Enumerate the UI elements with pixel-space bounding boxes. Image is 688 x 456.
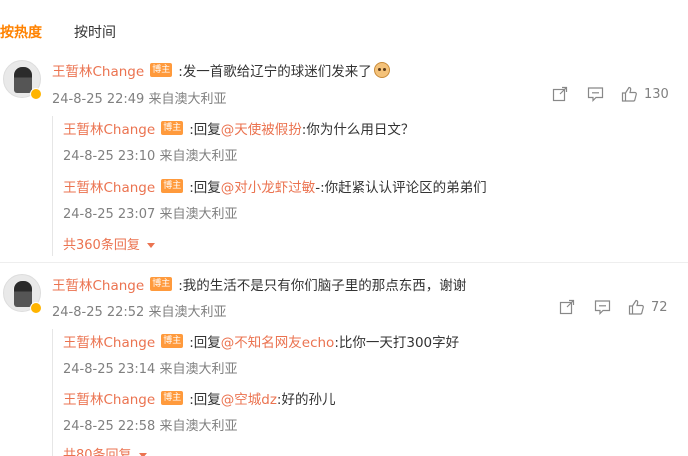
reply-author[interactable]: 王暂林Change — [63, 118, 155, 138]
share-icon — [559, 299, 575, 315]
reply-prefix: :回复 — [189, 180, 221, 196]
verified-badge-icon — [30, 302, 42, 314]
like-button[interactable]: 130 — [621, 86, 669, 102]
comment-author[interactable]: 王暂林Change — [52, 274, 144, 294]
reply-line: 王暂林Change 博主 :回复 @不知名网友echo :比你一天打300字好 — [63, 331, 459, 351]
comment-meta: 24-8-25 22:52 来自澳大利亚 — [52, 305, 227, 320]
comment-text: :发一首歌给辽宁的球迷们发来了 — [178, 64, 372, 80]
like-button[interactable]: 72 — [628, 299, 668, 315]
like-count: 72 — [651, 299, 668, 315]
like-icon — [621, 86, 637, 102]
reply-meta: 24-8-25 23:07 来自澳大利亚 — [63, 207, 238, 222]
more-replies-link[interactable]: 共80条回复 — [63, 444, 147, 456]
reply-meta: 24-8-25 22:58 来自澳大利亚 — [63, 419, 238, 434]
reply-mention[interactable]: @不知名网友echo — [221, 331, 335, 351]
author-tag: 博主 — [161, 334, 184, 348]
author-tag: 博主 — [161, 391, 184, 405]
comment-icon — [594, 300, 611, 315]
reply-mention[interactable]: @对小龙虾过敏 — [221, 176, 316, 196]
author-tag: 博主 — [161, 121, 184, 135]
reply-mention[interactable]: @空城dz — [221, 388, 277, 408]
comment-line: 王暂林Change 博主 :我的生活不是只有你们脑子里的那点东西，谢谢 — [52, 274, 466, 294]
more-replies-label: 共360条回复 — [63, 238, 140, 253]
emoji-icon — [373, 62, 390, 78]
reply-line: 王暂林Change 博主 :回复 @天使被假扮 :你为什么用日文？ — [63, 118, 414, 138]
reply-prefix: :回复 — [189, 122, 221, 138]
comment-author[interactable]: 王暂林Change — [52, 60, 144, 80]
author-tag: 博主 — [161, 179, 184, 193]
reply-line: 王暂林Change 博主 :回复 @对小龙虾过敏 -:你赶紧认认评论区的弟弟们 — [63, 176, 487, 196]
reply-author[interactable]: 王暂林Change — [63, 176, 155, 196]
comment-line: 王暂林Change 博主 :发一首歌给辽宁的球迷们发来了 — [52, 60, 390, 80]
like-count: 130 — [644, 86, 669, 102]
reply-text: :好的孙儿 — [276, 392, 336, 408]
comment-button[interactable] — [594, 299, 611, 315]
like-icon — [628, 299, 644, 315]
reply-prefix: :回复 — [189, 335, 221, 351]
more-replies-label: 共80条回复 — [63, 448, 132, 456]
reply-author[interactable]: 王暂林Change — [63, 331, 155, 351]
divider — [0, 262, 688, 263]
reply-author[interactable]: 王暂林Change — [63, 388, 155, 408]
sort-tabs: 按热度 按时间 — [0, 20, 148, 44]
reply-meta: 24-8-25 23:14 来自澳大利亚 — [63, 362, 238, 377]
share-icon — [552, 86, 568, 102]
share-button[interactable] — [552, 86, 568, 102]
author-tag: 博主 — [150, 277, 173, 291]
comment-button[interactable] — [587, 86, 604, 102]
reply-divider — [52, 116, 53, 256]
chevron-down-icon — [146, 242, 155, 248]
reply-prefix: :回复 — [189, 392, 221, 408]
reply-line: 王暂林Change 博主 :回复 @空城dz :好的孙儿 — [63, 388, 335, 408]
more-replies-link[interactable]: 共360条回复 — [63, 234, 155, 253]
comment-text: :我的生活不是只有你们脑子里的那点东西，谢谢 — [178, 278, 467, 294]
comment-meta: 24-8-25 22:49 来自澳大利亚 — [52, 92, 227, 107]
verified-badge-icon — [30, 88, 42, 100]
reply-text: :比你一天打300字好 — [334, 335, 460, 351]
tab-hot[interactable]: 按热度 — [0, 22, 42, 42]
chevron-down-icon — [138, 452, 147, 456]
reply-divider — [52, 329, 53, 456]
share-button[interactable] — [559, 299, 575, 315]
comment-icon — [587, 87, 604, 102]
reply-meta: 24-8-25 23:10 来自澳大利亚 — [63, 149, 238, 164]
author-tag: 博主 — [150, 63, 173, 77]
reply-text: -:你赶紧认认评论区的弟弟们 — [315, 180, 487, 196]
reply-text: :你为什么用日文？ — [301, 122, 415, 138]
tab-time[interactable]: 按时间 — [74, 22, 116, 42]
reply-mention[interactable]: @天使被假扮 — [221, 118, 302, 138]
